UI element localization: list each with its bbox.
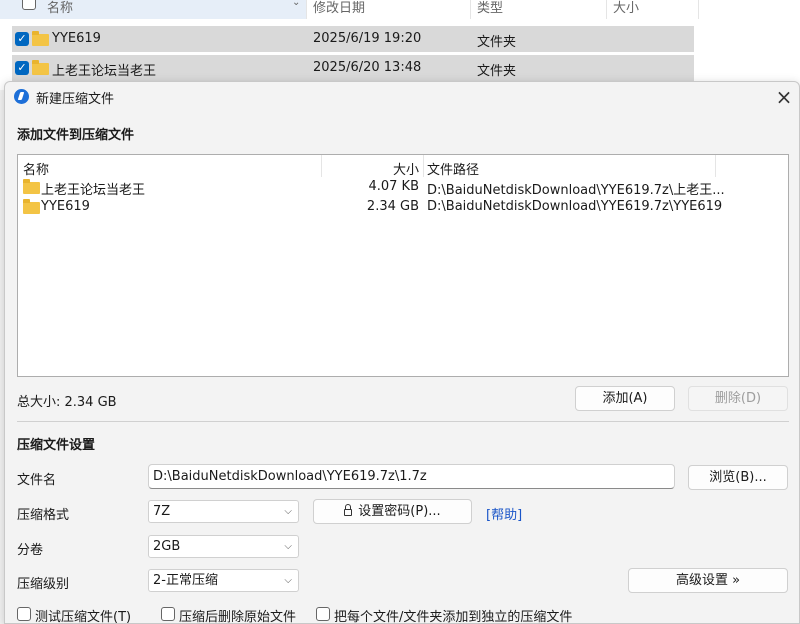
row-checkbox-checked[interactable]: ✓ — [15, 32, 29, 46]
filename-input[interactable]: D:\BaiduNetdiskDownload\YYE619.7z\1.7z — [148, 464, 675, 489]
test-archive-label: 测试压缩文件(T) — [35, 610, 132, 624]
advanced-settings-button[interactable]: 高级设置 » — [628, 568, 788, 593]
test-archive-checkbox[interactable] — [17, 607, 31, 621]
section-divider — [17, 421, 789, 422]
filename-label: 文件名 — [17, 473, 57, 488]
bandizip-app-icon — [14, 89, 29, 104]
add-button[interactable]: 添加(A) — [575, 386, 675, 411]
compression-level-select[interactable]: 2-正常压缩 ⌵ — [148, 569, 299, 592]
list-column-size[interactable]: 大小 — [323, 159, 419, 178]
column-header-size[interactable]: 大小 — [613, 0, 639, 16]
archive-settings-section-title: 压缩文件设置 — [17, 438, 96, 453]
set-password-label: 设置密码(P)... — [358, 504, 441, 519]
dialog-title: 新建压缩文件 — [36, 92, 115, 107]
volume-select[interactable]: 2GB ⌵ — [148, 535, 299, 558]
chevron-down-icon: ⌵ — [284, 506, 292, 517]
row-name: 上老王论坛当老王 — [52, 64, 157, 79]
column-divider — [306, 0, 307, 19]
file-size: 2.34 GB — [366, 199, 419, 214]
dialog-titlebar[interactable]: 新建压缩文件 × — [5, 82, 799, 112]
separate-archives-checkbox[interactable] — [316, 607, 330, 621]
format-select-value: 7Z — [153, 504, 171, 519]
file-list-header: 名称 大小 文件路径 — [18, 155, 788, 178]
help-link[interactable]: [帮助] — [486, 504, 522, 523]
lock-icon — [344, 504, 353, 516]
file-explorer-background: 名称 ⌄ 修改日期 类型 大小 ✓ YYE619 2025/6/19 19:20… — [0, 0, 800, 90]
list-column-name[interactable]: 名称 — [23, 159, 49, 178]
file-list-item[interactable]: 上老王论坛当老王 4.07 KB D:\BaiduNetdiskDownload… — [18, 177, 788, 198]
delete-original-checkbox[interactable] — [161, 607, 175, 621]
file-path: D:\BaiduNetdiskDownload\YYE619.7z\YYE619 — [427, 199, 723, 214]
folder-icon — [32, 60, 49, 75]
column-divider — [423, 155, 424, 177]
row-modified: 2025/6/19 19:20 — [313, 31, 422, 46]
file-path: D:\BaiduNetdiskDownload\YYE619.7z\上老王... — [427, 183, 725, 198]
file-list[interactable]: 名称 大小 文件路径 上老王论坛当老王 4.07 KB D:\BaiduNetd… — [17, 154, 789, 377]
format-label: 压缩格式 — [17, 508, 70, 523]
column-divider — [698, 0, 699, 19]
set-password-button[interactable]: 设置密码(P)... — [313, 499, 472, 524]
explorer-row[interactable]: ✓ YYE619 2025/6/19 19:20 文件夹 — [12, 26, 694, 52]
chevron-down-icon: ⌵ — [284, 575, 292, 586]
explorer-row[interactable]: ✓ 上老王论坛当老王 2025/6/20 13:48 文件夹 — [12, 55, 694, 81]
column-header-modified[interactable]: 修改日期 — [313, 0, 365, 16]
chevron-down-icon: ⌵ — [284, 541, 292, 552]
folder-icon — [32, 31, 49, 46]
file-list-item[interactable]: YYE619 2.34 GB D:\BaiduNetdiskDownload\Y… — [18, 197, 788, 217]
volume-label: 分卷 — [17, 543, 44, 558]
folder-icon — [23, 199, 40, 214]
browse-button[interactable]: 浏览(B)... — [688, 465, 788, 490]
column-divider — [606, 0, 607, 19]
row-type: 文件夹 — [477, 35, 517, 50]
list-column-path[interactable]: 文件路径 — [427, 159, 479, 178]
total-size-label: 总大小: 2.34 GB — [17, 395, 117, 410]
delete-original-label: 压缩后删除原始文件 — [179, 610, 297, 624]
compression-level-label: 压缩级别 — [17, 577, 70, 592]
column-divider — [321, 155, 322, 177]
separate-archives-label: 把每个文件/文件夹添加到独立的压缩文件 — [334, 610, 573, 624]
folder-icon — [23, 179, 40, 194]
format-select[interactable]: 7Z ⌵ — [148, 500, 299, 523]
explorer-column-header: 名称 ⌄ 修改日期 类型 大小 — [0, 0, 800, 19]
add-files-section-title: 添加文件到压缩文件 — [17, 128, 135, 143]
file-size: 4.07 KB — [368, 179, 419, 194]
close-button[interactable]: × — [769, 82, 799, 112]
compression-level-value: 2-正常压缩 — [153, 573, 218, 588]
row-modified: 2025/6/20 13:48 — [313, 60, 422, 75]
new-archive-dialog: 新建压缩文件 × 添加文件到压缩文件 名称 大小 文件路径 上老王论坛当老王 4… — [4, 81, 800, 624]
sort-chevron-icon: ⌄ — [292, 0, 301, 8]
column-header-type[interactable]: 类型 — [477, 0, 503, 16]
column-divider — [715, 155, 716, 177]
column-divider — [470, 0, 471, 19]
file-name: 上老王论坛当老王 — [41, 183, 146, 198]
file-name: YYE619 — [41, 199, 90, 214]
select-all-checkbox[interactable] — [22, 0, 36, 10]
delete-button[interactable]: 删除(D) — [688, 386, 788, 411]
column-name-label: 名称 — [47, 1, 74, 16]
row-type: 文件夹 — [477, 64, 517, 79]
close-icon: × — [775, 85, 793, 109]
row-name: YYE619 — [52, 31, 101, 46]
volume-select-value: 2GB — [153, 539, 181, 554]
column-header-name[interactable]: 名称 ⌄ — [0, 0, 306, 19]
row-checkbox-checked[interactable]: ✓ — [15, 61, 29, 75]
